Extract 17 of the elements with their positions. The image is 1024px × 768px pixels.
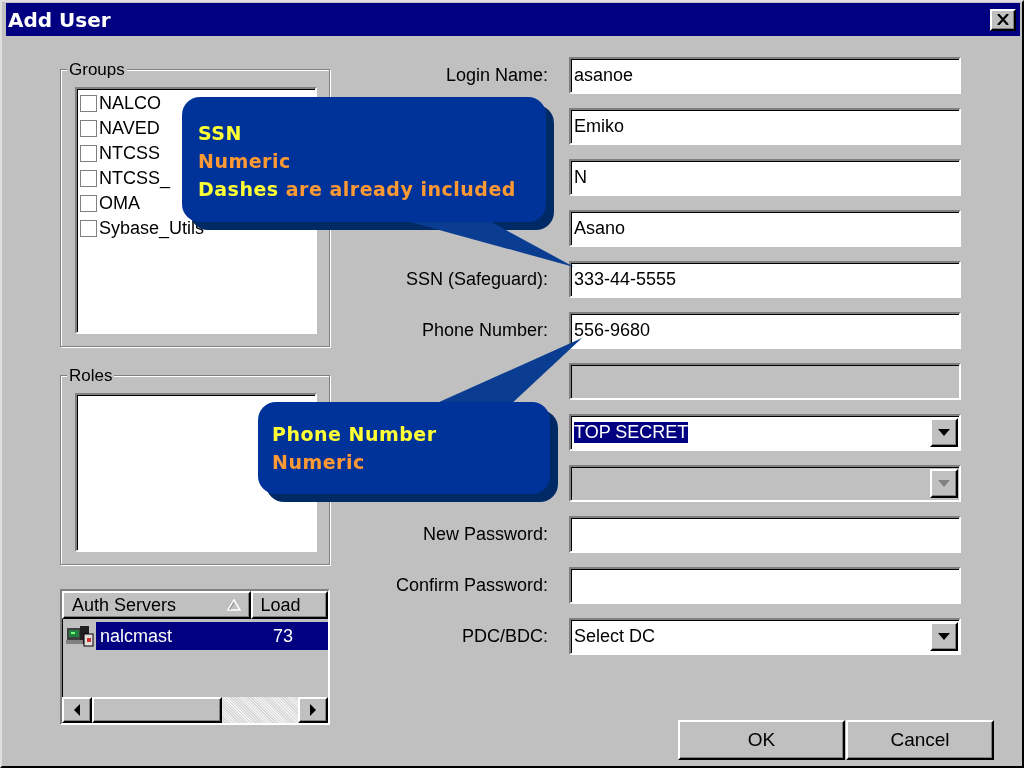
callout-text: Phone Number bbox=[272, 422, 437, 447]
callout-text: Dashes are already included bbox=[198, 177, 516, 202]
callout-text: Numeric bbox=[272, 450, 365, 475]
field-label: Phone Number: bbox=[421, 320, 548, 341]
column-title: Auth Servers bbox=[72, 594, 177, 616]
field-label: SSN (Safeguard): bbox=[405, 269, 548, 290]
table-cell-text: 73 bbox=[273, 625, 295, 647]
field-label: New Password: bbox=[422, 524, 548, 545]
field-label: Confirm Password: bbox=[395, 575, 548, 596]
field-label: PDC/BDC: bbox=[462, 626, 548, 647]
group-title: Groups bbox=[67, 60, 127, 80]
callout-text: SSN bbox=[198, 121, 242, 146]
column-title: Load bbox=[260, 594, 301, 616]
window-title: Add User bbox=[8, 7, 111, 32]
table-cell: nalcmast bbox=[100, 625, 173, 647]
callout-text: Numeric bbox=[198, 149, 291, 174]
field-label: Login Name: bbox=[445, 65, 548, 86]
